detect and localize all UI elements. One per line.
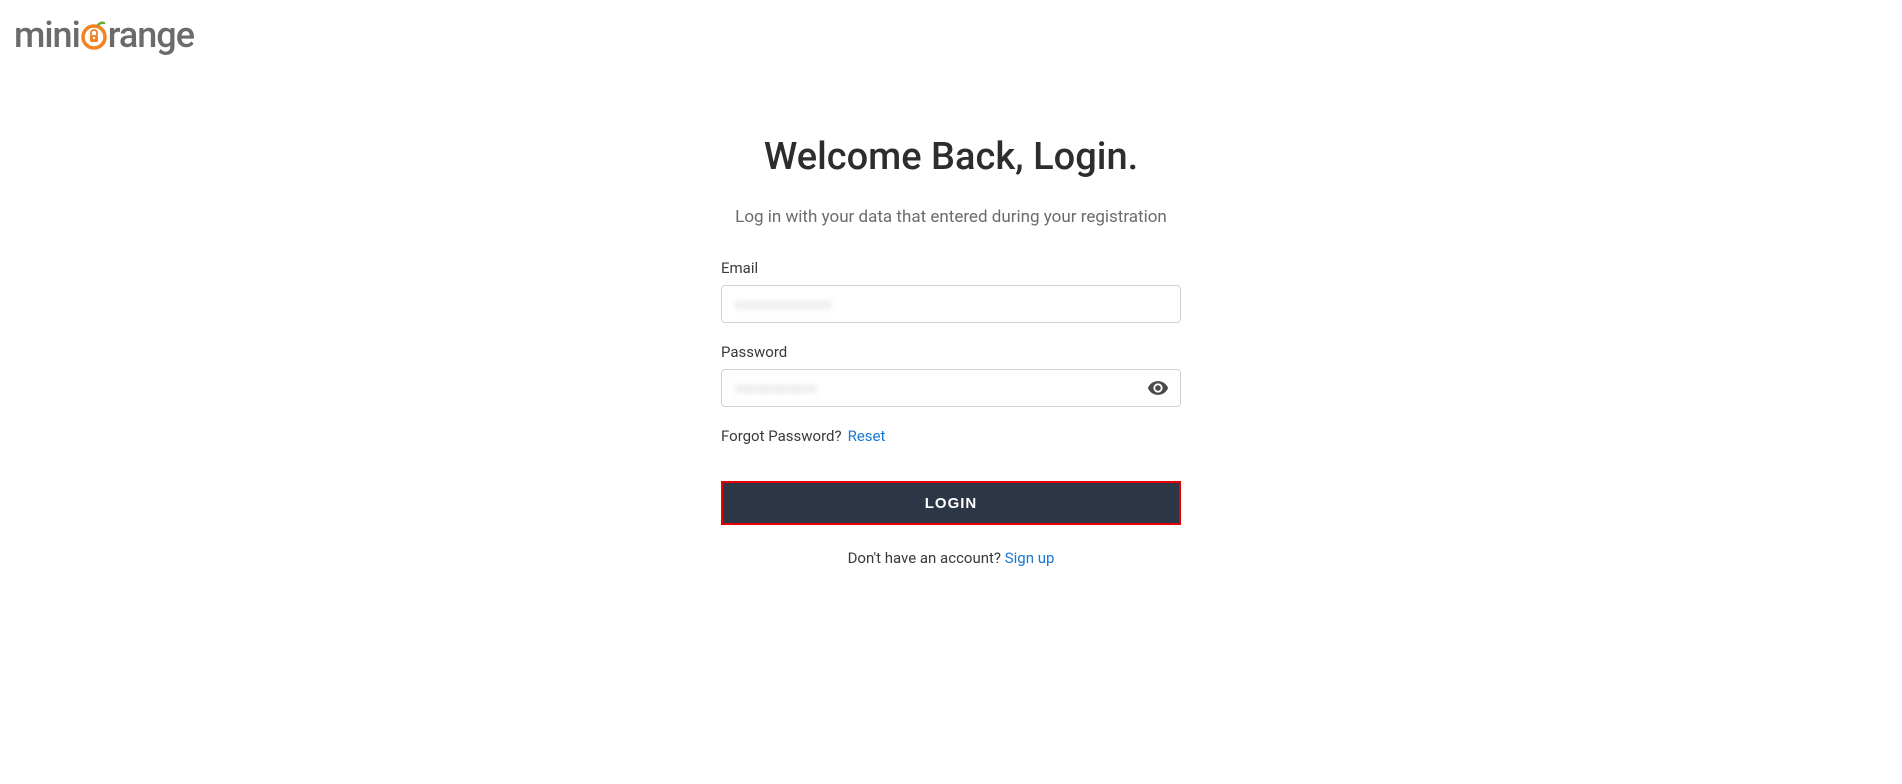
eye-icon[interactable] <box>1147 377 1169 399</box>
logo-text-range: range <box>108 14 194 56</box>
signup-text: Don't have an account? <box>848 549 1005 567</box>
email-form-group: Email xxxxxxxxxxxxx <box>721 259 1181 323</box>
password-input-wrapper: xxxxxxxxxxx <box>721 369 1181 407</box>
email-label: Email <box>721 259 1181 277</box>
login-button[interactable]: LOGIN <box>721 481 1181 525</box>
signup-row: Don't have an account? Sign up <box>848 549 1055 567</box>
page-title: Welcome Back, Login. <box>764 135 1138 179</box>
brand-logo: mini range <box>14 14 194 56</box>
password-field[interactable] <box>721 369 1181 407</box>
signup-link[interactable]: Sign up <box>1005 549 1055 567</box>
page-subtitle: Log in with your data that entered durin… <box>735 207 1167 227</box>
forgot-password-row: Forgot Password? Reset <box>721 427 1181 445</box>
logo-text-mini: mini <box>14 14 80 56</box>
forgot-password-text: Forgot Password? <box>721 427 842 445</box>
email-input-wrapper: xxxxxxxxxxxxx <box>721 285 1181 323</box>
password-form-group: Password xxxxxxxxxxx <box>721 343 1181 407</box>
password-label: Password <box>721 343 1181 361</box>
email-field[interactable] <box>721 285 1181 323</box>
reset-link[interactable]: Reset <box>848 427 886 445</box>
logo-orange-icon <box>78 19 110 51</box>
login-form-container: Welcome Back, Login. Log in with your da… <box>721 135 1181 567</box>
